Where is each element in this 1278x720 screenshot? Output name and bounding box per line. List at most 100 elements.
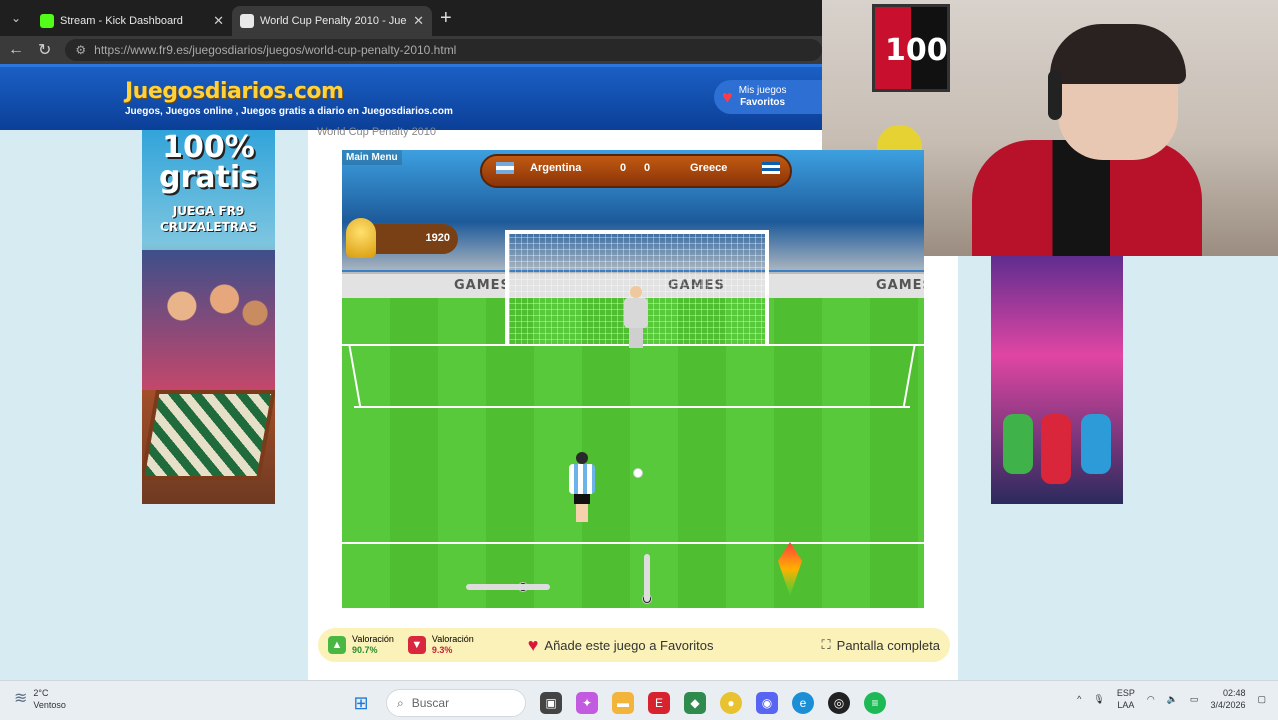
box-line — [354, 406, 910, 408]
scooter-red — [1041, 414, 1071, 484]
dislike-rating[interactable]: ▼ Valoración 9.3% — [407, 634, 474, 656]
positive-rating: 90.7% — [352, 645, 378, 655]
wind-icon: ≋ — [14, 690, 28, 707]
heart-icon: ♥ — [527, 634, 539, 655]
minecraft-icon[interactable]: ◆ — [684, 692, 706, 714]
search-icon: ⌕ — [397, 695, 404, 710]
site-info-icon[interactable]: ⚙ — [75, 43, 86, 57]
tab-search-dropdown-icon[interactable]: ⌄ — [0, 0, 32, 36]
jersey-number: 100 — [885, 33, 948, 68]
site-header: Juegosdiarios.com Juegos, Juegos online … — [0, 64, 822, 130]
chevron-up-icon[interactable]: ^ — [1077, 694, 1081, 704]
site-tagline: Juegos, Juegos online , Juegos gratis a … — [125, 106, 453, 117]
rating-bar: ▲ Valoración 90.7% ▼ Valoración 9.3% ♥ Aña… — [318, 628, 950, 662]
heart-icon: ♥ — [722, 86, 733, 107]
address-toolbar: ← ↻ ⚙ https://www.fr9.es/juegosdiarios/j… — [0, 36, 822, 64]
tab-kick-dashboard[interactable]: Stream - Kick Dashboard ✕ — [32, 6, 232, 36]
coins-counter: 1920 — [346, 218, 458, 258]
app-e-icon[interactable]: E — [648, 692, 670, 714]
like-rating[interactable]: ▲ Valoración 90.7% — [328, 634, 394, 656]
fullscreen-button[interactable]: ⛶ Pantalla completa — [822, 637, 940, 653]
search-placeholder: Buscar — [411, 696, 450, 710]
tab-title: World Cup Penalty 2010 - Juega 1 — [260, 15, 407, 27]
tab-world-cup-penalty[interactable]: World Cup Penalty 2010 - Juega 1 ✕ — [232, 6, 432, 36]
rating-label: Valoración — [431, 634, 474, 644]
direction-slider[interactable] — [466, 584, 550, 590]
away-team: Greece — [690, 162, 728, 174]
new-tab-icon[interactable]: + — [440, 7, 452, 30]
notification-icon[interactable]: ▢ — [1257, 694, 1266, 705]
game-title: World Cup Penalty 2010 — [317, 126, 437, 138]
microphone-icon[interactable]: 🎙 — [1093, 694, 1104, 705]
ad-people-illustration — [142, 250, 275, 390]
argentina-flag-icon — [496, 162, 514, 174]
board-text: GAMES — [876, 278, 924, 293]
battery-icon[interactable]: ▭ — [1190, 694, 1199, 705]
spotify-icon[interactable]: ≡ — [864, 692, 886, 714]
back-arrow-icon[interactable]: ← — [8, 41, 24, 59]
wifi-icon[interactable]: ◠ — [1147, 694, 1155, 705]
main-menu-button[interactable]: Main Menu — [342, 150, 402, 165]
reload-icon[interactable]: ↻ — [38, 40, 51, 60]
kick-favicon-icon — [40, 14, 54, 28]
tab-title: Stream - Kick Dashboard — [60, 15, 183, 27]
copilot-icon[interactable]: ✦ — [576, 692, 598, 714]
weather-condition: Ventoso — [33, 700, 66, 710]
windows-start-icon[interactable]: ⊞ — [350, 692, 372, 714]
mis-juegos-label: Mis juegos — [738, 85, 787, 96]
penalty-ball[interactable] — [633, 468, 643, 478]
site-logo[interactable]: Juegosdiarios.com — [125, 79, 344, 104]
file-explorer-icon[interactable]: ▬ — [612, 692, 634, 714]
obs-icon[interactable]: ◎ — [828, 692, 850, 714]
game-canvas[interactable]: Main Menu Argentina 0 0 Greece 1920 GAME… — [342, 150, 924, 608]
height-slider[interactable] — [644, 554, 650, 602]
right-ad-banner[interactable] — [991, 256, 1123, 504]
close-tab-icon[interactable]: ✕ — [413, 13, 424, 29]
area-arc-line — [342, 542, 924, 544]
coins-value: 1920 — [425, 232, 450, 244]
scoreboard: Argentina 0 0 Greece — [480, 154, 792, 188]
streamer-hair — [1050, 24, 1186, 84]
lang-2[interactable]: LAA — [1117, 700, 1134, 710]
game-favicon-icon — [240, 14, 254, 28]
negative-rating: 9.3% — [431, 645, 453, 655]
ad-subline-2: CRUZALETRAS — [160, 220, 257, 234]
weather-widget[interactable]: ≋ 2°C Ventoso — [14, 687, 66, 711]
discord-icon[interactable]: ◉ — [756, 692, 778, 714]
volume-icon[interactable]: 🔈 — [1167, 694, 1178, 705]
ad-board-illustration — [142, 390, 275, 480]
close-tab-icon[interactable]: ✕ — [213, 13, 224, 29]
headset-icon — [1048, 70, 1062, 120]
add-favorite-label: Añade este juego a Favoritos — [544, 637, 714, 653]
favoritos-label: Favoritos — [740, 97, 786, 108]
clock-time[interactable]: 02:48 — [1223, 688, 1246, 698]
mis-juegos-button[interactable]: ♥ Mis juegos Favoritos — [714, 80, 822, 114]
penalty-taker — [569, 452, 595, 524]
url-bar[interactable]: ⚙ https://www.fr9.es/juegosdiarios/juego… — [65, 39, 822, 61]
lang-1[interactable]: ESP — [1117, 688, 1135, 698]
rating-label: Valoración — [352, 634, 394, 644]
chrome-icon[interactable]: ● — [720, 692, 742, 714]
edge-icon[interactable]: e — [792, 692, 814, 714]
system-tray: ^ 🎙 ESP LAA ◠ 🔈 ▭ 02:48 3/4/2026 ▢ — [1077, 687, 1266, 711]
temperature: 2°C — [33, 688, 49, 698]
away-score: 0 — [644, 162, 651, 174]
home-team: Argentina — [530, 162, 582, 174]
scooter-blue — [1081, 414, 1111, 474]
board-text: GAMES — [454, 278, 511, 293]
thumbs-down-icon: ▼ — [407, 636, 426, 654]
url-text: https://www.fr9.es/juegosdiarios/juegos/… — [94, 43, 457, 57]
fullscreen-icon: ⛶ — [821, 637, 831, 652]
ad-headline-2: gratis — [159, 160, 258, 195]
taskbar-apps: ⊞ ⌕ Buscar ▣ ✦ ▬ E ◆ ● ◉ e ◎ ≡ — [350, 689, 886, 717]
goalkeeper — [624, 286, 648, 348]
thumbs-up-icon: ▲ — [328, 636, 346, 654]
task-view-icon[interactable]: ▣ — [540, 692, 562, 714]
taskbar-search[interactable]: ⌕ Buscar — [386, 689, 526, 717]
ad-subline: JUEGA FR9 — [172, 204, 245, 218]
trophy-icon — [346, 218, 376, 258]
windows-taskbar: ≋ 2°C Ventoso ⊞ ⌕ Buscar ▣ ✦ ▬ E ◆ ● ◉ e … — [0, 680, 1278, 720]
clock-date[interactable]: 3/4/2026 — [1210, 700, 1245, 710]
left-ad-banner[interactable]: 100% gratis JUEGA FR9 CRUZALETRAS — [142, 130, 275, 504]
add-favorite-button[interactable]: ♥ Añade este juego a Favoritos — [528, 635, 714, 656]
